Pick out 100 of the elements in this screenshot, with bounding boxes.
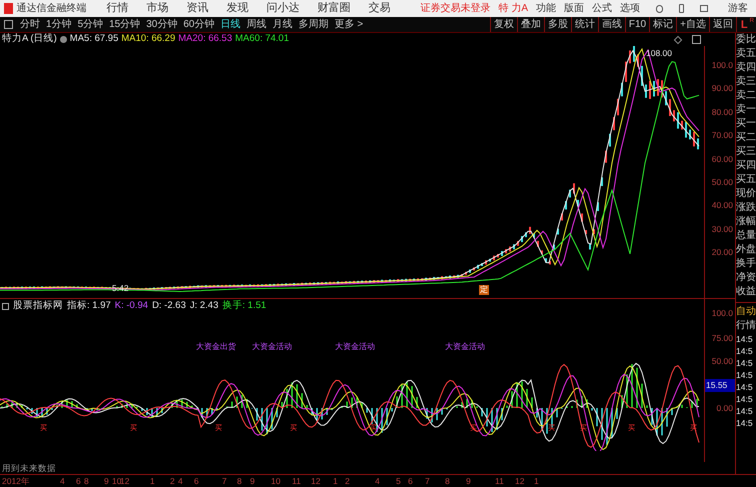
- date-tick-label: 1: [150, 474, 156, 487]
- menu-item[interactable]: 行情: [106, 0, 129, 17]
- indicator-value: J: 2.43: [190, 298, 218, 313]
- quote-label: 换手: [736, 257, 756, 271]
- date-tick-label: 7: [425, 474, 431, 487]
- quote-label: 涨跌: [736, 201, 756, 215]
- price-tick-label: 70.00: [712, 130, 733, 142]
- quote-label: 卖五: [736, 47, 756, 61]
- date-tick-label: 1: [534, 474, 540, 487]
- quote-label: 买一: [736, 117, 756, 131]
- menu-item[interactable]: 交易: [368, 0, 391, 17]
- period-tab[interactable]: 30分钟: [143, 17, 180, 32]
- date-tick-label: 2012年: [2, 474, 31, 487]
- ma-value: MA5: 67.95: [70, 32, 118, 46]
- date-tick-label: 4: [375, 474, 381, 487]
- period-tab[interactable]: 15分钟: [106, 17, 144, 32]
- tool-button[interactable]: +自选: [676, 17, 709, 32]
- quote-label: 收益: [736, 285, 756, 299]
- quote-label: 涨幅: [736, 215, 756, 229]
- menu-item[interactable]: 选项: [620, 1, 640, 16]
- period-tab[interactable]: 多周期: [296, 17, 332, 32]
- price-tick-label: 50.00: [712, 176, 733, 188]
- quote-label: 卖一: [736, 103, 756, 117]
- period-tab[interactable]: 分时: [17, 17, 43, 32]
- menu-item[interactable]: 版面: [564, 1, 584, 16]
- menu-item[interactable]: 发现: [226, 0, 249, 17]
- date-tick-label: 9: [104, 474, 110, 487]
- stock-name: 特 力A: [498, 2, 529, 16]
- tool-button[interactable]: 画线: [598, 17, 625, 32]
- menu-item[interactable]: 财富圈: [318, 0, 351, 17]
- ma-value: MA20: 66.53: [178, 32, 232, 46]
- tool-button[interactable]: 多股: [544, 17, 571, 32]
- quote-label: 外盘: [736, 243, 756, 257]
- tick-time: 14:5: [736, 333, 754, 345]
- date-tick-label: 2: [170, 474, 176, 487]
- quote-label: 买二: [736, 131, 756, 145]
- tool-button[interactable]: 标记: [649, 17, 676, 32]
- date-tick-label: 12: [311, 474, 322, 487]
- period-tab[interactable]: 1分钟: [43, 17, 75, 32]
- tick-time: 14:5: [736, 357, 754, 369]
- indicator-value: D: -2.63: [152, 298, 186, 313]
- price-tick-label: 60.00: [712, 154, 733, 165]
- panel-toggle-icon[interactable]: [2, 302, 9, 310]
- left-mode-label[interactable]: L: [736, 17, 748, 32]
- price-tick-label: 80.00: [712, 106, 733, 118]
- period-tab[interactable]: 更多 >: [332, 17, 366, 32]
- layout-icon[interactable]: [692, 35, 701, 44]
- date-tick-label: 7: [222, 474, 228, 487]
- date-tick-label: 1: [333, 474, 339, 487]
- date-tick-label: 8: [237, 474, 243, 487]
- menu-item[interactable]: 功能: [536, 1, 556, 16]
- date-tick-label: 4: [178, 474, 184, 487]
- date-tick-label: 9: [466, 474, 472, 487]
- tool-button[interactable]: 返回: [708, 17, 736, 32]
- quote-label: 委比: [736, 33, 756, 47]
- menu-item[interactable]: 问小达: [266, 0, 300, 17]
- date-tick-label: 6: [194, 474, 200, 487]
- period-tab[interactable]: 周线: [244, 17, 270, 32]
- period-tab[interactable]: 5分钟: [74, 17, 106, 32]
- ma-value: MA10: 66.29: [121, 32, 176, 46]
- tool-button[interactable]: 叠加: [516, 17, 544, 32]
- price-tick-label: 40.00: [712, 200, 733, 212]
- signal-label: 大资金活动: [252, 341, 292, 353]
- login-notice[interactable]: 证券交易未登录: [420, 1, 491, 16]
- price-tick-label: 100.0: [712, 60, 733, 71]
- signal-label: 大资金出货: [196, 341, 236, 353]
- period-tab[interactable]: 月线: [270, 17, 296, 32]
- quote-label: 现价: [736, 187, 756, 201]
- user-name[interactable]: 游客: [728, 1, 748, 16]
- tool-button[interactable]: 统计: [570, 17, 598, 32]
- current-value-tag: 15.55: [705, 379, 735, 392]
- indicator-tick-label: 75.00: [712, 332, 733, 345]
- date-tick-label: 4: [60, 474, 66, 487]
- date-tick-label: 9: [250, 474, 256, 487]
- settings-icon[interactable]: [60, 36, 67, 43]
- date-tick-label: 11: [495, 474, 505, 487]
- menu-item[interactable]: 市场: [146, 0, 169, 17]
- quote-label: 买五: [736, 173, 756, 187]
- tool-button[interactable]: 复权: [490, 17, 517, 32]
- indicator-name: 股票指标网: [13, 298, 63, 313]
- low-price-label: 5.42: [112, 282, 129, 295]
- period-tab[interactable]: 60分钟: [180, 17, 218, 32]
- menu-item[interactable]: 资讯: [186, 0, 209, 17]
- quote-label: 卖二: [736, 89, 756, 103]
- tool-button[interactable]: F10: [624, 17, 650, 32]
- date-tick-label: 6: [408, 474, 414, 487]
- period-tab[interactable]: 日线: [218, 17, 244, 32]
- menu-item[interactable]: 公式: [592, 1, 612, 16]
- event-marker[interactable]: 定: [479, 285, 489, 295]
- indicator-value: K: -0.94: [114, 298, 148, 313]
- tick-time: 14:5: [736, 345, 754, 357]
- app-name: 通达信金融终端: [16, 2, 87, 16]
- date-tick-label: 2: [345, 474, 351, 487]
- date-tick-label: 8: [445, 474, 451, 487]
- panel-toggle-icon[interactable]: [4, 20, 13, 29]
- date-tick-label: 11: [292, 474, 302, 487]
- quote-label: 净资: [736, 271, 756, 285]
- quote-label: 卖四: [736, 61, 756, 75]
- quote-label: 买四: [736, 159, 756, 173]
- quote-label: 卖三: [736, 75, 756, 89]
